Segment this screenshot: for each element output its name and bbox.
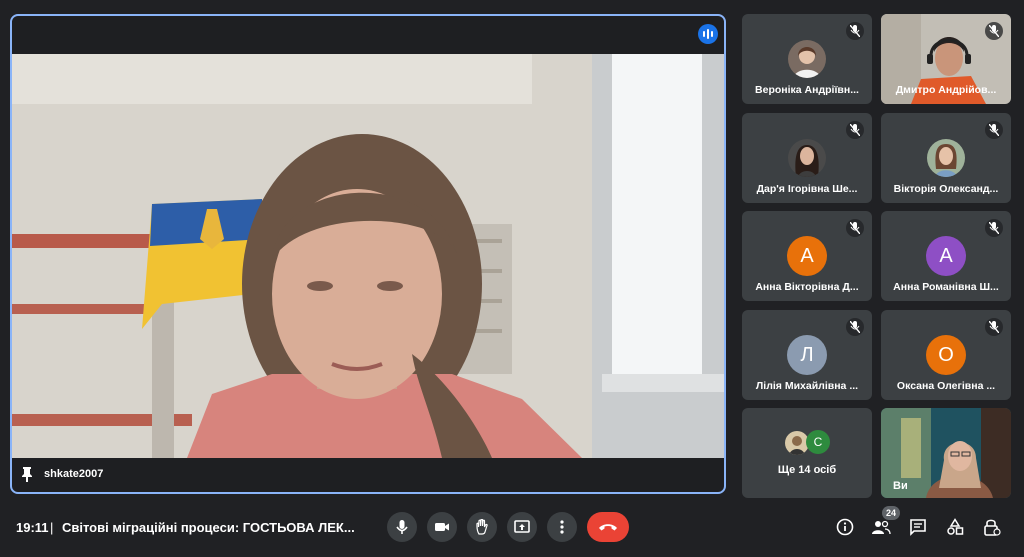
main-video-feed bbox=[12, 54, 724, 458]
speaking-indicator-icon bbox=[698, 24, 718, 44]
participant-name: Анна Вікторівна Д... bbox=[755, 281, 859, 293]
camera-icon bbox=[435, 523, 449, 531]
muted-mic-icon bbox=[985, 22, 1003, 40]
bottom-control-bar: 19:11 | Світові міграційні процеси: ГОСТ… bbox=[0, 500, 1024, 557]
microphone-icon bbox=[396, 520, 408, 534]
raise-hand-button[interactable] bbox=[467, 512, 497, 542]
participant-tile[interactable]: Дар'я Ігорівна Ше... bbox=[742, 113, 872, 203]
main-tile-footer: shkate2007 bbox=[12, 456, 724, 492]
participant-photo-avatar bbox=[788, 40, 826, 78]
self-view-tile[interactable]: Ви bbox=[881, 408, 1011, 498]
people-count-badge: 24 bbox=[882, 506, 900, 520]
camera-button[interactable] bbox=[427, 512, 457, 542]
main-video-tile[interactable]: shkate2007 bbox=[10, 14, 726, 494]
participant-name: Дар'я Ігорівна Ше... bbox=[756, 183, 858, 195]
participant-initial-avatar: Л bbox=[787, 335, 827, 375]
host-controls-button[interactable] bbox=[982, 517, 1002, 537]
participant-tile[interactable]: О Оксана Олегівна ... bbox=[881, 310, 1011, 400]
activities-icon bbox=[947, 518, 964, 535]
participant-tile[interactable]: Вікторія Олександ... bbox=[881, 113, 1011, 203]
participant-tile[interactable]: Вероніка Андріївн... bbox=[742, 14, 872, 104]
end-call-button[interactable] bbox=[587, 512, 629, 542]
self-view-label: Ви bbox=[893, 480, 908, 492]
pin-icon[interactable] bbox=[20, 466, 34, 482]
more-options-button[interactable] bbox=[547, 512, 577, 542]
muted-mic-icon bbox=[985, 121, 1003, 139]
participant-name: Вероніка Андріївн... bbox=[755, 84, 859, 96]
participant-name: Дмитро Андрійов... bbox=[895, 84, 997, 96]
activities-button[interactable] bbox=[945, 517, 965, 537]
end-call-icon bbox=[599, 524, 617, 531]
participant-name: Оксана Олегівна ... bbox=[896, 380, 996, 392]
present-screen-button[interactable] bbox=[507, 512, 537, 542]
participant-tile[interactable]: А Анна Романівна Ш... bbox=[881, 211, 1011, 301]
avatar-initial: Л bbox=[800, 343, 814, 366]
participant-tile[interactable]: А Анна Вікторівна Д... bbox=[742, 211, 872, 301]
people-button[interactable] bbox=[871, 517, 891, 537]
present-screen-icon bbox=[514, 520, 530, 533]
participant-tile[interactable]: Дмитро Андрійов... bbox=[881, 14, 1011, 104]
participant-initial-avatar: С bbox=[806, 430, 830, 454]
muted-mic-icon bbox=[846, 121, 864, 139]
muted-mic-icon bbox=[846, 219, 864, 237]
more-options-icon bbox=[560, 520, 564, 534]
title-separator: | bbox=[50, 520, 54, 535]
chat-icon bbox=[910, 519, 926, 536]
meeting-details-icon bbox=[836, 518, 854, 536]
participant-tile[interactable]: Л Лілія Михайлівна ... bbox=[742, 310, 872, 400]
meeting-title: Світові міграційні процеси: ГОСТЬОВА ЛЕК… bbox=[62, 520, 355, 535]
muted-mic-icon bbox=[846, 22, 864, 40]
avatar-initial: А bbox=[939, 244, 953, 267]
muted-mic-icon bbox=[985, 318, 1003, 336]
avatar-initial: А bbox=[800, 244, 814, 267]
muted-mic-icon bbox=[846, 318, 864, 336]
raise-hand-icon bbox=[476, 519, 488, 535]
avatar-initial: С bbox=[813, 435, 823, 449]
people-icon bbox=[872, 520, 891, 535]
participant-name: Анна Романівна Ш... bbox=[893, 281, 999, 293]
participant-name: Лілія Михайлівна ... bbox=[755, 380, 859, 392]
meeting-details-button[interactable] bbox=[835, 517, 855, 537]
participant-initial-avatar: О bbox=[926, 335, 966, 375]
participant-initial-avatar: А bbox=[926, 236, 966, 276]
microphone-button[interactable] bbox=[387, 512, 417, 542]
meeting-time: 19:11 bbox=[16, 520, 49, 535]
chat-button[interactable] bbox=[908, 517, 928, 537]
participant-photo-avatar bbox=[788, 139, 826, 177]
more-participants-label: Ще 14 осіб bbox=[777, 464, 837, 476]
avatar-initial: О bbox=[938, 343, 954, 366]
participant-initial-avatar: А bbox=[787, 236, 827, 276]
participant-photo-avatar bbox=[927, 139, 965, 177]
main-participant-name: shkate2007 bbox=[44, 468, 104, 480]
host-controls-icon bbox=[984, 519, 1001, 536]
more-participants-tile[interactable]: С Ще 14 осіб bbox=[742, 408, 872, 498]
muted-mic-icon bbox=[985, 219, 1003, 237]
participant-name: Вікторія Олександ... bbox=[893, 183, 999, 195]
